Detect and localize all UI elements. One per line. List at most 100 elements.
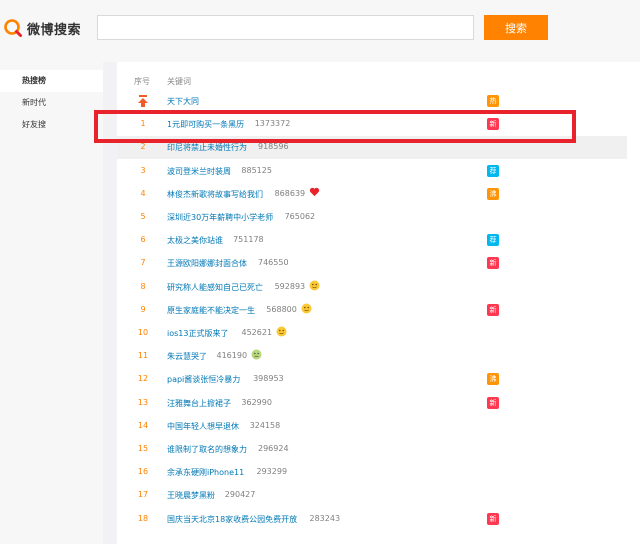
row-keyword-link[interactable]: 太极之美你站谁 xyxy=(167,235,223,246)
row-rank: 5 xyxy=(140,212,146,221)
row-keyword-link[interactable]: 原生家庭能不能决定一生 xyxy=(167,305,255,316)
logo[interactable]: 微博搜索 xyxy=(3,17,81,39)
search-button[interactable]: 搜索 xyxy=(484,15,548,40)
table-row[interactable]: 9 原生家庭能不能决定一生 568800 新 xyxy=(117,299,627,322)
row-rank: 2 xyxy=(140,142,146,152)
row-count: 398953 xyxy=(253,374,284,384)
table-row[interactable]: 4 林俊杰新歌将故事写给我们 868639 沸 xyxy=(117,183,627,206)
row-count: 746550 xyxy=(258,258,289,268)
row-keyword-link[interactable]: 中国年轻人想早退休 xyxy=(167,421,239,432)
smiley-emoji-icon xyxy=(276,326,287,337)
row-count: 283243 xyxy=(309,513,341,523)
row-keyword-link[interactable]: 1元即可购买一条黑历 xyxy=(167,119,244,130)
table-row[interactable]: 14 中国年轻人想早退休 324158 xyxy=(117,415,627,438)
row-count: 885125 xyxy=(241,165,272,175)
row-count: 592893 xyxy=(274,281,306,291)
table-row[interactable]: 6 太极之美你站谁 751178 荐 xyxy=(117,229,627,252)
table-row[interactable]: 8 研究称人能感知自己已死亡 592893 xyxy=(117,276,627,299)
row-rank: 9 xyxy=(140,304,146,314)
row-count: 868639 xyxy=(274,188,306,198)
table-row[interactable]: 7 王源欧阳娜娜封面合体 746550 新 xyxy=(117,252,627,275)
weibo-search-logo-icon xyxy=(4,19,22,37)
row-rank: 12 xyxy=(137,374,149,384)
recommend-badge: 荐 xyxy=(487,234,499,247)
hot-search-table: 序号 关键词 天下大同 热 1 1元即可购买一条黑历 1373372 新 2 印尼将禁止未婚性… xyxy=(117,62,640,544)
row-count: 324158 xyxy=(249,420,281,430)
smiley-emoji-icon xyxy=(309,280,320,291)
row-rank: 7 xyxy=(140,258,146,268)
sidebar-item-hot-list[interactable]: 热搜榜 xyxy=(0,70,103,92)
crying-emoji-icon xyxy=(251,349,262,360)
table-row[interactable]: 15 谁限制了取名的想象力 296924 xyxy=(117,438,627,461)
new-badge: 新 xyxy=(487,118,499,131)
sidebar-item-friend-search[interactable]: 好友搜 xyxy=(0,114,103,136)
table-row[interactable]: 5 深圳近30万年薪聘中小学老师 765062 xyxy=(117,206,627,229)
row-keyword-link[interactable]: 谁限制了取名的想象力 xyxy=(167,444,247,455)
row-keyword-link[interactable]: 王晓晨梦黑粉 xyxy=(167,490,215,501)
row-count: 362990 xyxy=(241,397,272,407)
hot-badge: 沸 xyxy=(487,373,499,386)
recommend-badge: 荐 xyxy=(487,164,499,177)
sidebar-item-new-era[interactable]: 新时代 xyxy=(0,92,103,114)
heart-emoji-icon xyxy=(310,187,320,196)
row-rank: 4 xyxy=(140,188,146,198)
table-row[interactable]: 3 波司登米兰时装周 885125 荐 xyxy=(117,160,627,183)
row-count: 751178 xyxy=(233,235,264,245)
row-count: 293299 xyxy=(256,467,288,477)
row-keyword-link[interactable]: 朱云慧哭了 xyxy=(167,351,207,362)
header: 微博搜索 搜索 xyxy=(0,0,640,62)
row-keyword-link[interactable]: 王源欧阳娜娜封面合体 xyxy=(167,258,247,269)
search-input[interactable] xyxy=(97,15,474,40)
row-keyword-link[interactable]: papi酱谈张恒冷暴力 xyxy=(167,374,240,385)
row-keyword-link[interactable]: 天下大同 xyxy=(167,96,199,107)
row-count: 290427 xyxy=(224,490,256,500)
table-row[interactable]: 17 王晓晨梦黑粉 290427 xyxy=(117,484,627,507)
table-row[interactable]: 16 余承东硬刚iPhone11 293299 xyxy=(117,461,627,484)
sidebar-list: 热搜榜 新时代 好友搜 xyxy=(0,70,103,136)
row-count: 765062 xyxy=(284,212,316,221)
row-keyword-link[interactable]: 印尼将禁止未婚性行为 xyxy=(167,142,247,153)
row-keyword-link[interactable]: 深圳近30万年薪聘中小学老师 xyxy=(167,212,273,223)
sidebar: 热搜榜 新时代 好友搜 xyxy=(0,62,103,544)
row-count: 1373372 xyxy=(254,119,291,129)
row-rank: 11 xyxy=(137,351,149,361)
row-keyword-link[interactable]: 波司登米兰时装周 xyxy=(167,166,231,177)
table-row[interactable]: 12 papi酱谈张恒冷暴力 398953 沸 xyxy=(117,368,627,391)
table-row[interactable]: 11 朱云慧哭了 416190 xyxy=(117,345,627,368)
row-keyword-link[interactable]: 国庆当天北京18家收费公园免费开放 xyxy=(167,514,297,525)
new-badge: 新 xyxy=(487,512,499,525)
row-keyword-link[interactable]: 研究称人能感知自己已死亡 xyxy=(167,282,263,293)
table-row[interactable]: 18 国庆当天北京18家收费公园免费开放 283243 新 xyxy=(117,508,627,531)
row-keyword-link[interactable]: 汪雅舞台上掀裙子 xyxy=(167,398,231,409)
row-count: 918596 xyxy=(258,142,289,152)
row-rank: 1 xyxy=(140,119,146,129)
row-rank: 18 xyxy=(137,513,149,523)
row-rank: 3 xyxy=(140,165,146,175)
row-rank: 8 xyxy=(140,281,146,291)
new-badge: 新 xyxy=(487,396,499,409)
row-count: 568800 xyxy=(266,304,297,314)
smiley-emoji-icon xyxy=(301,303,312,314)
column-header-keyword: 关键词 xyxy=(167,77,191,86)
column-header-rank: 序号 xyxy=(134,77,150,86)
row-keyword-link[interactable]: 林俊杰新歌将故事写给我们 xyxy=(167,189,263,200)
hot-badge: 沸 xyxy=(487,187,499,200)
row-rank: 17 xyxy=(137,490,149,500)
table-row[interactable]: 1 1元即可购买一条黑历 1373372 新 xyxy=(117,113,627,136)
row-keyword-link[interactable]: 余承东硬刚iPhone11 xyxy=(167,467,244,478)
row-rank: 14 xyxy=(137,420,149,430)
pin-top-icon xyxy=(138,95,148,107)
row-keyword-link[interactable]: ios13正式版来了 xyxy=(167,328,228,339)
table-row[interactable]: 13 汪雅舞台上掀裙子 362990 新 xyxy=(117,392,627,415)
table-row[interactable]: 2 印尼将禁止未婚性行为 918596 xyxy=(117,136,627,160)
table-row[interactable]: 天下大同 热 xyxy=(117,90,627,113)
row-count: 296924 xyxy=(258,444,289,453)
hot-badge: 热 xyxy=(487,95,499,107)
row-count: 452621 xyxy=(241,328,273,337)
row-rank: 16 xyxy=(137,467,149,477)
logo-text: 微博搜索 xyxy=(27,22,82,38)
row-rank: 6 xyxy=(140,235,146,245)
row-rank: 10 xyxy=(137,328,149,337)
new-badge: 新 xyxy=(487,303,499,316)
table-row[interactable]: 10 ios13正式版来了 452621 xyxy=(117,322,627,345)
